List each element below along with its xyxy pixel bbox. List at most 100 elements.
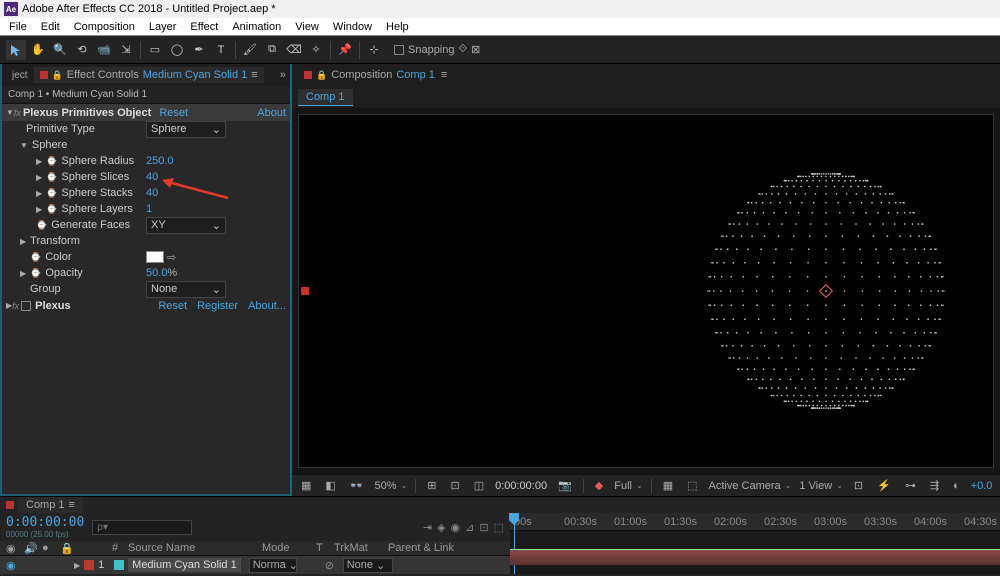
rectangle-tool[interactable]: ▭ (145, 40, 165, 60)
unified-camera-tool[interactable]: ⇲ (116, 40, 136, 60)
render-toggle-icon[interactable]: ⬚ (494, 521, 504, 534)
layer-name[interactable]: Medium Cyan Solid 1 (128, 558, 241, 572)
flowchart-icon[interactable]: ⇶ (927, 479, 942, 492)
comp-tab[interactable]: Comp 1 (298, 89, 353, 106)
menu-window[interactable]: Window (326, 21, 379, 33)
sphere-layers-value[interactable]: 1 (146, 203, 152, 215)
effect-enable-checkbox[interactable] (21, 301, 31, 311)
panel-menu-icon[interactable]: ≡ (251, 69, 257, 81)
menu-view[interactable]: View (288, 21, 326, 33)
project-tab-clipped[interactable]: ject (6, 68, 34, 83)
col-audio-icon[interactable]: 🔊 (24, 542, 38, 555)
channel-icon[interactable]: ◆ (592, 479, 606, 492)
menu-file[interactable]: File (2, 21, 34, 33)
fast-preview-icon[interactable]: ⚡ (874, 479, 894, 492)
twirl-icon[interactable]: ▼ (6, 108, 14, 117)
view-layout-dropdown[interactable]: 1 View⌄ (799, 480, 843, 492)
blend-mode-dropdown[interactable]: Norma⌄ (249, 558, 297, 573)
panel-menu-icon[interactable]: ≡ (441, 69, 447, 81)
3d-view-icon[interactable]: ⬚ (684, 479, 700, 492)
reset-link[interactable]: Reset (159, 107, 188, 119)
stopwatch-icon[interactable]: ⌚ (46, 156, 57, 167)
pixel-aspect-icon[interactable]: ⊡ (851, 479, 866, 492)
prop-sphere-group[interactable]: ▼Sphere (2, 137, 290, 153)
alpha-toggle-icon[interactable]: ▦ (298, 479, 314, 492)
register-link[interactable]: Register (197, 300, 238, 312)
orbit-tool[interactable]: ⟲ (72, 40, 92, 60)
rotation-tool[interactable]: 📹 (94, 40, 114, 60)
stopwatch-icon[interactable]: ⌚ (46, 188, 57, 199)
stopwatch-icon[interactable]: ⌚ (46, 172, 57, 183)
sphere-stacks-value[interactable]: 40 (146, 187, 158, 199)
lock-icon[interactable]: 🔒 (52, 70, 63, 81)
menu-edit[interactable]: Edit (34, 21, 67, 33)
exposure-value[interactable]: +0.0 (971, 480, 993, 492)
snap-extra-icon[interactable]: ⟐ (459, 43, 468, 56)
time-ruler[interactable]: 00s 00:30s 01:00s 01:30s 02:00s 02:30s 0… (510, 513, 1000, 531)
link-icon[interactable]: ⊘ (325, 559, 339, 572)
stopwatch-icon[interactable]: ⌚ (46, 204, 57, 215)
hand-tool[interactable]: ✋ (28, 40, 48, 60)
selection-handle[interactable] (301, 287, 309, 295)
draft-3d-icon[interactable]: ⊡ (479, 521, 488, 534)
zoom-tool[interactable]: 🔍 (50, 40, 70, 60)
layer-duration-bar[interactable] (510, 549, 1000, 565)
camera-dropdown[interactable]: Active Camera⌄ (709, 480, 792, 492)
mask-toggle-icon[interactable]: ◧ (322, 479, 338, 492)
composition-viewer[interactable] (298, 114, 994, 468)
menu-layer[interactable]: Layer (142, 21, 184, 33)
col-visibility-icon[interactable]: ◉ (6, 542, 20, 555)
menu-help[interactable]: Help (379, 21, 416, 33)
layer-color-label[interactable] (84, 560, 94, 570)
brush-tool[interactable]: 🖌 (240, 40, 260, 60)
layer-twirl-icon[interactable]: ▶ (74, 561, 80, 570)
lock-icon[interactable]: 🔒 (316, 70, 327, 81)
current-time[interactable]: 0:00:00:00 (495, 480, 547, 492)
effect-plexus-primitives[interactable]: ▼ fx Plexus Primitives Object Reset Abou… (2, 104, 290, 121)
timeline-track-area[interactable]: 00s 00:30s 01:00s 01:30s 02:00s 02:30s 0… (510, 513, 1000, 574)
panel-overflow-icon[interactable]: » (280, 69, 286, 81)
type-tool[interactable]: T (211, 40, 231, 60)
primitive-type-dropdown[interactable]: Sphere⌄ (146, 121, 226, 138)
stopwatch-icon[interactable]: ⌚ (30, 252, 41, 263)
reset-link[interactable]: Reset (158, 300, 187, 312)
guides-icon[interactable]: ⊡ (447, 479, 462, 492)
menu-composition[interactable]: Composition (67, 21, 142, 33)
pen-tool[interactable]: ✒ (189, 40, 209, 60)
resolution-dropdown[interactable]: Full⌄ (614, 480, 642, 492)
layer-search-input[interactable] (92, 520, 192, 535)
grid-icon[interactable]: ⊞ (424, 479, 439, 492)
snapshot-icon[interactable]: 📷 (555, 479, 575, 492)
effect-controls-tab[interactable]: 🔒 Effect Controls Medium Cyan Solid 1 ≡ (34, 67, 264, 83)
sphere-radius-value[interactable]: 250.0 (146, 155, 174, 167)
graph-editor-icon[interactable]: ⊿ (465, 521, 474, 534)
opacity-value[interactable]: 50.0% (146, 267, 177, 279)
about-link[interactable]: About... (248, 300, 286, 312)
effect-plexus[interactable]: ▶ fx Plexus Reset Register About... (2, 297, 290, 314)
timeline-tab[interactable]: Comp 1 ≡ (18, 497, 83, 513)
menu-animation[interactable]: Animation (225, 21, 288, 33)
zoom-dropdown[interactable]: 50%⌄ (375, 480, 408, 492)
col-lock-icon[interactable]: 🔒 (60, 542, 74, 555)
ellipse-tool[interactable]: ◯ (167, 40, 187, 60)
local-axis-icon[interactable]: ⊹ (364, 40, 384, 60)
shy-toggle-icon[interactable]: ⇥ (423, 521, 432, 534)
prop-transform-group[interactable]: ▶Transform (2, 233, 290, 249)
eraser-tool[interactable]: ⌫ (284, 40, 304, 60)
col-solo-icon[interactable]: ● (42, 542, 56, 554)
stopwatch-icon[interactable]: ⌚ (30, 268, 41, 279)
trkmat-dropdown[interactable]: None⌄ (343, 558, 393, 573)
current-timecode[interactable]: 0:00:00:00 (6, 515, 84, 530)
snap-align-icon[interactable]: ⊠ (471, 43, 480, 56)
eyedropper-icon[interactable]: ⇨ (167, 251, 176, 264)
group-dropdown[interactable]: None⌄ (146, 281, 226, 298)
generate-faces-dropdown[interactable]: XY⌄ (146, 217, 226, 234)
panel-menu-icon[interactable]: ≡ (69, 499, 75, 511)
puppet-tool[interactable]: 📌 (335, 40, 355, 60)
timeline-layer-row[interactable]: ◉ ▶ 1 Medium Cyan Solid 1 Norma⌄ ⊘ None⌄ (0, 556, 510, 574)
3d-toggle-icon[interactable]: 👓 (347, 479, 367, 492)
frame-blend-icon[interactable]: ◈ (437, 521, 445, 534)
clone-tool[interactable]: ⧉ (262, 40, 282, 60)
visibility-eye-icon[interactable]: ◉ (6, 559, 20, 572)
transparency-grid-icon[interactable]: ▦ (660, 479, 676, 492)
